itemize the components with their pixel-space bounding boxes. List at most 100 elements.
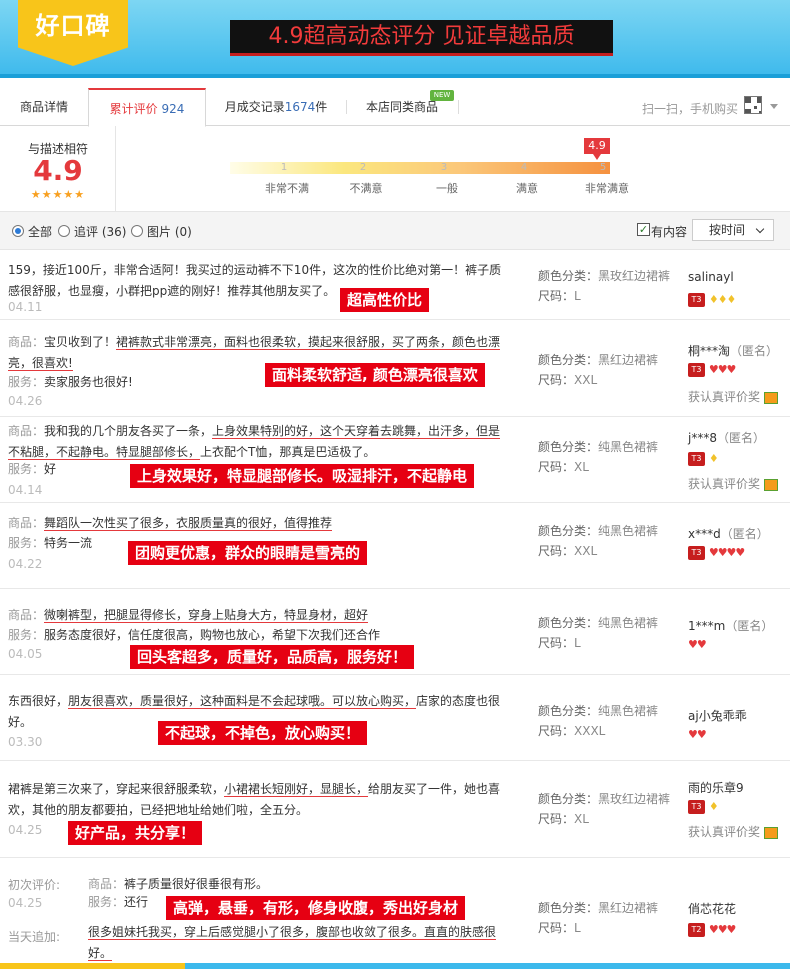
tab-count: 1674 <box>284 100 316 114</box>
level-badge-icon: T3 <box>688 362 705 377</box>
gift-icon <box>764 826 779 839</box>
color-label: 颜色分类： <box>538 792 599 806</box>
gold-crown-icon: ♦♦♦ <box>708 293 737 306</box>
reviewer-level: T3 ♦ <box>688 451 719 466</box>
tab-product-detail[interactable]: 商品详情 <box>0 88 88 126</box>
product-prefix: 商品： <box>88 877 125 891</box>
service-body: 还行 <box>124 895 149 909</box>
review-text: 159，接近100斤，非常合适阿！我买过的运动裤不下10件，这次的性价比绝对第一… <box>8 260 508 302</box>
bottom-decor-strip <box>0 963 790 969</box>
size-label: 尺码： <box>538 460 575 474</box>
banner-slogan: 4.9超高动态评分 见证卓越品质 <box>230 20 613 56</box>
color-label: 颜色分类： <box>538 269 599 283</box>
highlight-tag: 面料柔软舒适, 颜色漂亮很喜欢 <box>265 363 485 387</box>
has-content-label[interactable]: 有内容 <box>651 223 687 240</box>
product-prefix: 商品： <box>8 516 45 530</box>
review-item: 裙裤是第三次来了，穿起来很舒服柔软，小裙裙长短刚好，显腿长，给朋友买了一件，她也… <box>0 761 790 858</box>
reviewer-name: salinayl <box>688 270 734 284</box>
heart-rank-icon: ♥♥ <box>688 728 707 741</box>
size-label: 尺码： <box>538 921 575 935</box>
filter-followup-radio[interactable] <box>58 225 70 237</box>
highlight-tag: 好产品，共分享！ <box>68 821 203 845</box>
anonymous-label: （匿名） <box>725 619 774 633</box>
scale-label: 一般 <box>436 182 458 195</box>
tab-label: 本店同类商品 <box>365 100 438 114</box>
color-value: 纯黑色裙裤 <box>598 704 659 718</box>
sku-info: 颜色分类：纯黑色裙裤 尺码：XXXL <box>538 701 658 741</box>
heart-rank-icon: ♥♥♥ <box>708 923 737 936</box>
service-prefix: 服务： <box>8 536 45 550</box>
review-date: 04.05 <box>8 647 43 661</box>
level-badge-icon: T3 <box>688 799 705 814</box>
size-value: L <box>574 921 581 935</box>
color-label: 颜色分类： <box>538 353 599 367</box>
color-label: 颜色分类： <box>538 616 599 630</box>
scale-label: 非常满意 <box>585 182 629 195</box>
filter-followup-label[interactable]: 追评 (36) <box>74 223 126 240</box>
color-label: 颜色分类： <box>538 901 599 915</box>
reviewer-level: ♥♥ <box>688 727 707 741</box>
scale-number: 4 <box>520 162 528 173</box>
first-review-label: 初次评价: <box>8 878 61 892</box>
review-date: 04.25 <box>8 823 43 837</box>
filter-all-label[interactable]: 全部 <box>28 223 52 240</box>
anonymous-label: （匿名） <box>716 431 765 445</box>
reward-label: 获认真评价奖 <box>688 475 779 492</box>
tab-monthly-sales[interactable]: 月成交记录1674件 <box>206 88 346 126</box>
size-value: L <box>574 636 581 650</box>
gift-icon <box>764 478 779 491</box>
service-text: 服务：服务态度很好，信任度很高，购物也放心，希望下次我们还合作 <box>8 625 508 646</box>
review-date: 04.25 <box>8 896 43 910</box>
scale-number: 3 <box>440 162 448 173</box>
logo-text: 好口碑 <box>35 12 111 40</box>
size-label: 尺码： <box>538 544 575 558</box>
heart-rank-icon: ♥♥♥ <box>708 363 737 376</box>
review-item: 商品：舞蹈队一次性买了很多，衣服质量真的很好，值得推荐 服务：特务一流 04.2… <box>0 503 790 589</box>
size-label: 尺码： <box>538 812 575 826</box>
heart-rank-icon: ♥♥ <box>688 638 707 651</box>
star-rating-icon: ★★★★★ <box>30 188 86 201</box>
level-badge-icon: T2 <box>688 922 705 937</box>
review-text: 商品：我和我的几个朋友各买了一条，上身效果特别的好，这个天穿着去跳舞，出汗多，但… <box>8 421 508 463</box>
filter-all-radio[interactable] <box>12 225 24 237</box>
size-value: XL <box>574 812 589 826</box>
highlight-tag: 超高性价比 <box>340 288 430 312</box>
reviewer-name: aj小兔乖乖 <box>688 709 747 723</box>
tab-label: 累计评价 <box>109 102 162 116</box>
highlight-tag: 不起球，不掉色，放心购买！ <box>158 721 368 745</box>
mobile-buy-link[interactable]: 扫一扫，手机购买 <box>642 100 738 117</box>
reviewer-level: T3 ♥♥♥ <box>688 362 737 377</box>
tab-reviews[interactable]: 累计评价 924 <box>88 88 206 127</box>
sort-dropdown[interactable]: 按时间 <box>692 219 774 241</box>
product-prefix: 商品： <box>8 335 45 349</box>
filter-photos-label[interactable]: 图片 (0) <box>147 223 192 240</box>
review-item: 159，接近100斤，非常合适阿！我买过的运动裤不下10件，这次的性价比绝对第一… <box>0 250 790 320</box>
size-label: 尺码： <box>538 724 575 738</box>
service-body: 特务一流 <box>44 536 93 550</box>
qr-code-icon[interactable] <box>744 96 762 114</box>
has-content-checkbox[interactable]: ✓ <box>637 223 650 236</box>
highlight-tag: 团购更优惠，群众的眼睛是雪亮的 <box>128 541 368 565</box>
highlight-tag: 回头客超多，质量好，品质高，服务好！ <box>130 645 415 669</box>
review-date: 04.11 <box>8 300 43 314</box>
color-value: 纯黑色裙裤 <box>598 440 659 454</box>
scale-number: 2 <box>359 162 367 173</box>
color-value: 黑红边裙裤 <box>598 353 659 367</box>
review-body: 裙裤是第三次来了，穿起来很舒服柔软， <box>8 782 225 796</box>
anonymous-label: （匿名） <box>720 527 769 541</box>
reward-text: 获认真评价奖 <box>688 390 761 404</box>
scale-label: 非常不满 <box>265 182 309 195</box>
review-item: 初次评价: 商品：裤子质量很好很垂很有形。 服务：还行 04.25 高弹，悬垂，… <box>0 858 790 963</box>
rating-pointer: 4.9 <box>584 138 610 160</box>
size-value: L <box>574 289 581 303</box>
review-date: 04.22 <box>8 557 43 571</box>
caret-down-icon[interactable] <box>770 104 778 109</box>
review-body: 宝贝收到了！ <box>44 335 117 349</box>
service-body: 服务态度很好，信任度很高，购物也放心，希望下次我们还合作 <box>44 628 381 642</box>
review-highlight: 舞蹈队一次性买了很多，衣服质量真的很好，值得推荐 <box>44 516 333 531</box>
reviewer-level: T3 ♦ <box>688 799 719 814</box>
filter-photos-radio[interactable] <box>131 225 143 237</box>
color-label: 颜色分类： <box>538 704 599 718</box>
review-body: 东西很好， <box>8 694 69 708</box>
reward-text: 获认真评价奖 <box>688 477 761 491</box>
